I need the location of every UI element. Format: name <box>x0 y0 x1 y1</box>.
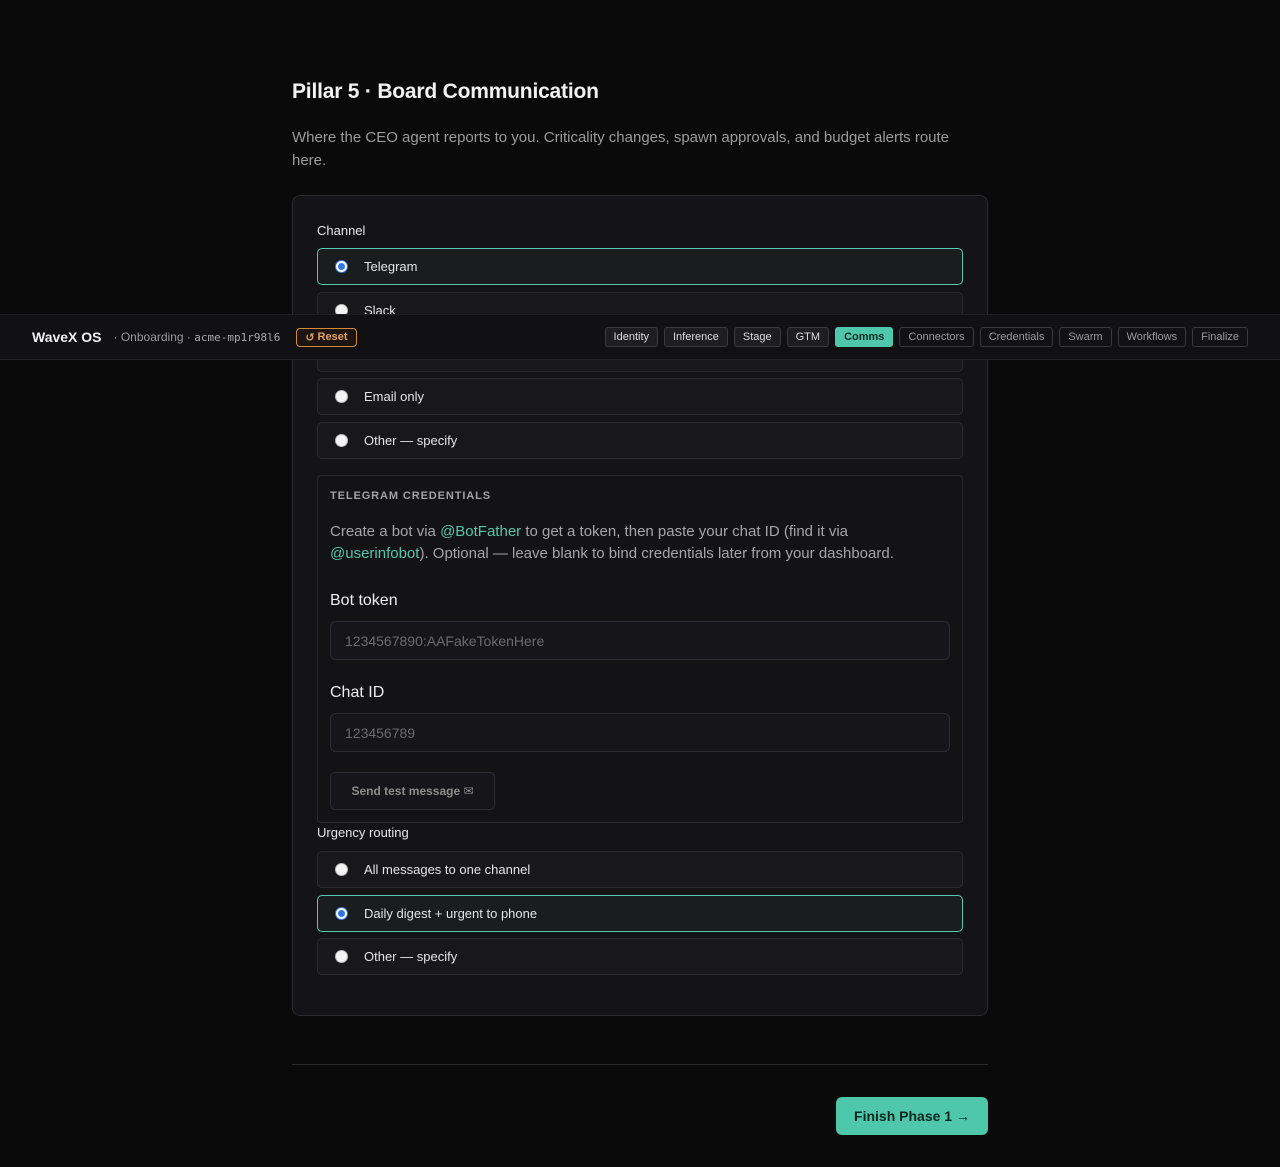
reset-icon: ↺ <box>305 331 315 344</box>
bot-token-input[interactable] <box>330 621 950 660</box>
channel-option-email[interactable]: Email only <box>317 378 963 415</box>
channel-option-telegram[interactable]: Telegram <box>317 248 963 285</box>
channel-label: Channel <box>317 223 366 238</box>
urgency-option-one-channel[interactable]: All messages to one channel <box>317 851 963 888</box>
radio-unselected[interactable] <box>335 390 348 403</box>
telegram-credentials-heading: TELEGRAM CREDENTIALS <box>330 490 491 502</box>
tab-identity[interactable]: Identity <box>604 327 658 347</box>
footer-divider <box>292 1064 988 1065</box>
finish-phase-button[interactable]: Finish Phase 1 → <box>836 1097 988 1135</box>
radio-selected[interactable] <box>335 260 348 273</box>
radio-unselected[interactable] <box>335 863 348 876</box>
tab-finalize[interactable]: Finalize <box>1192 327 1248 347</box>
radio-selected[interactable] <box>335 907 348 920</box>
tab-comms[interactable]: Comms <box>835 327 894 347</box>
step-nav: Identity Inference Stage GTM Comms Conne… <box>604 327 1248 347</box>
urgency-option-other[interactable]: Other — specify <box>317 938 963 975</box>
tab-inference[interactable]: Inference <box>664 327 728 347</box>
radio-unselected[interactable] <box>335 434 348 447</box>
workspace-id: acme-mp1r98l6 <box>194 331 281 344</box>
channel-option-other[interactable]: Other — specify <box>317 422 963 459</box>
bot-token-label: Bot token <box>330 592 398 609</box>
userinfobot-link[interactable]: @userinfobot <box>330 545 419 562</box>
urgency-option-daily-digest[interactable]: Daily digest + urgent to phone <box>317 895 963 932</box>
telegram-credentials-description: Create a bot via @BotFather to get a tok… <box>330 523 894 562</box>
tab-credentials[interactable]: Credentials <box>979 327 1054 347</box>
tab-connectors[interactable]: Connectors <box>899 327 974 347</box>
botfather-link[interactable]: @BotFather <box>440 523 521 540</box>
top-bar: WaveX OS · Onboarding · acme-mp1r98l6 ↺ … <box>0 314 1280 360</box>
urgency-routing-label: Urgency routing <box>317 825 409 840</box>
tab-gtm[interactable]: GTM <box>786 327 830 347</box>
radio-unselected[interactable] <box>335 950 348 963</box>
tab-stage[interactable]: Stage <box>733 327 781 347</box>
tab-swarm[interactable]: Swarm <box>1059 327 1112 347</box>
reset-button[interactable]: ↺ Reset <box>296 327 357 347</box>
page-title: Pillar 5 · Board Communication <box>292 80 599 103</box>
send-test-message-button[interactable]: Send test message ✉ <box>330 772 495 810</box>
telegram-credentials-panel: TELEGRAM CREDENTIALS Create a bot via @B… <box>317 475 963 823</box>
chat-id-input[interactable] <box>330 713 950 752</box>
brand-name: WaveX OS <box>32 329 102 345</box>
chat-id-label: Chat ID <box>330 684 385 701</box>
page-subtitle: Where the CEO agent reports to you. Crit… <box>292 129 950 169</box>
tab-workflows[interactable]: Workflows <box>1117 327 1187 347</box>
breadcrumb: · Onboarding · acme-mp1r98l6 <box>113 330 281 344</box>
